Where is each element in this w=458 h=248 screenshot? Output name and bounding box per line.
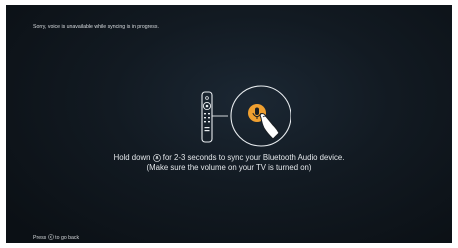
finger-press-icon	[259, 112, 280, 140]
microphone-icon	[152, 153, 161, 162]
fire-tv-remote-icon	[201, 91, 213, 143]
back-hint-action-text: to go back	[55, 235, 80, 241]
instruction-hold-text: Hold down	[113, 153, 151, 162]
sync-instruction-line-2: (Make sure the volume on your TV is turn…	[146, 163, 312, 172]
sync-screen: Sorry, voice is unavailable while syncin…	[6, 5, 452, 243]
sync-instruction-line-1: Hold down for 2-3 seconds to sync your B…	[6, 153, 452, 163]
remote-sync-illustration	[201, 85, 291, 147]
instruction-duration-text: for 2-3 seconds to sync your Bluetooth A…	[162, 153, 345, 162]
voice-unavailable-message: Sorry, voice is unavailable while syncin…	[33, 24, 159, 30]
back-hint-press-text: Press	[33, 235, 47, 241]
back-hint: Press to go back	[33, 234, 79, 241]
back-button-icon[interactable]	[47, 234, 54, 240]
